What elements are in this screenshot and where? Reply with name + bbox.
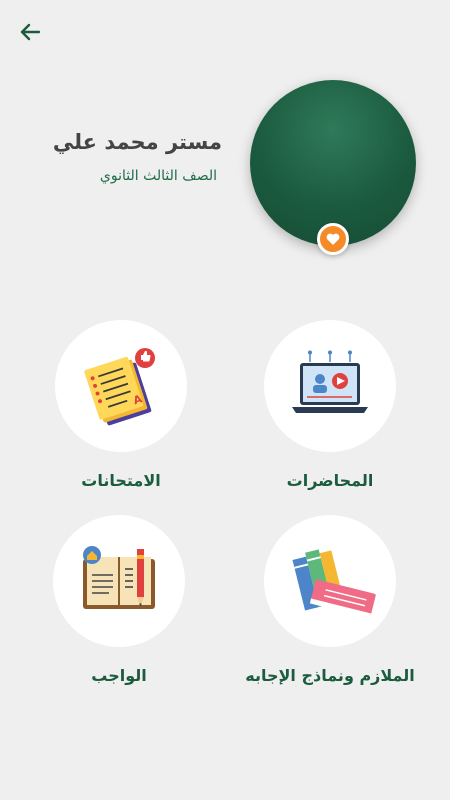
arrow-left-icon (20, 23, 41, 41)
back-button[interactable] (14, 16, 46, 48)
avatar[interactable] (250, 80, 416, 246)
avatar-container (250, 80, 416, 255)
lectures-label: المحاضرات (286, 471, 374, 490)
books-label: الملازم ونماذج الإجابه (245, 666, 415, 685)
teacher-name: مستر محمد علي (52, 130, 222, 154)
lectures-icon-circle (264, 320, 396, 452)
exams-label: الامتحانات (81, 471, 161, 490)
exams-icon-circle: A (55, 320, 187, 452)
heart-icon (326, 233, 340, 245)
teacher-profile: مستر محمد علي الصف الثالث الثانوي (0, 70, 450, 260)
exam-papers-icon: A (84, 348, 155, 426)
homework-card[interactable]: الواجب (29, 515, 209, 715)
lectures-card[interactable]: المحاضرات (240, 320, 420, 520)
teacher-grade: الصف الثالث الثانوي (99, 168, 217, 184)
homework-icon-circle (53, 515, 185, 647)
homework-label: الواجب (91, 666, 147, 685)
books-card[interactable]: الملازم ونماذج الإجابه (240, 515, 420, 715)
exams-card[interactable]: A الامتحانات (31, 320, 211, 520)
books-icon-circle (264, 515, 396, 647)
books-icon (292, 549, 376, 619)
laptop-video-icon (292, 350, 368, 413)
homework-notebook-icon (83, 546, 155, 609)
favorite-button[interactable] (317, 223, 349, 255)
